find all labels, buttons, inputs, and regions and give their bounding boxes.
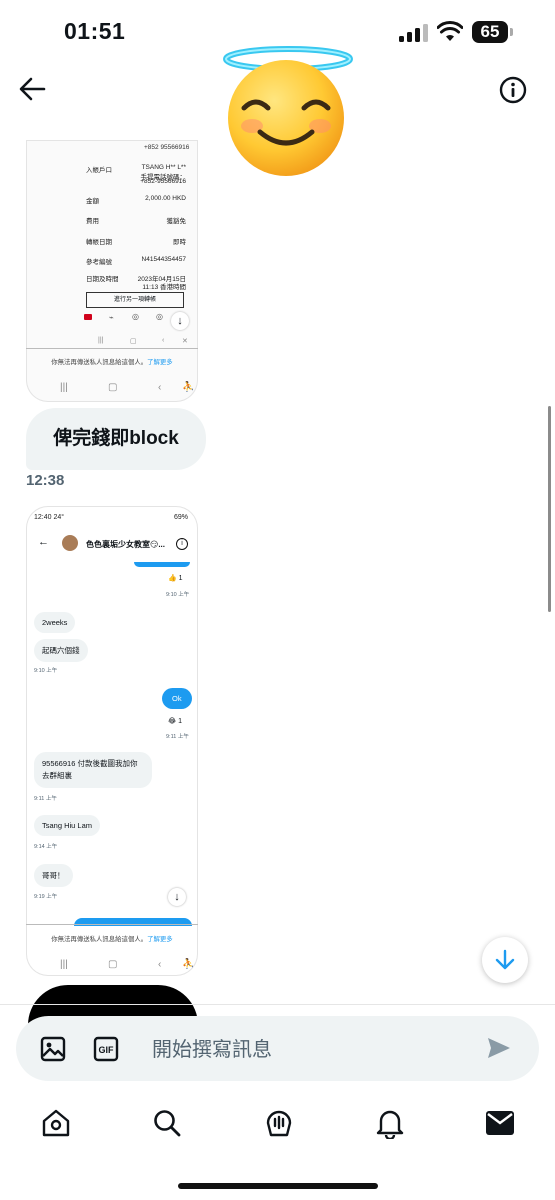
inner-chat-title: 色色裏垢少女教室😏...	[86, 540, 166, 549]
shared-screenshot-chat[interactable]: 12:40 24° 69% ← 色色裏垢少女教室😏... i 👍 1 9:10 …	[26, 506, 198, 976]
msg-time: 9:14 上午	[34, 844, 58, 850]
outer-navbar: ||| ▢ ‹ ⛹	[60, 959, 195, 970]
bell-icon[interactable]	[375, 1107, 405, 1139]
home-icon[interactable]	[41, 1108, 71, 1138]
svg-text:GIF: GIF	[99, 1045, 115, 1055]
send-icon[interactable]	[486, 1036, 512, 1060]
outgoing-bubble-partial	[134, 562, 190, 567]
reaction: 👍 1	[168, 575, 183, 582]
dm-disabled-notice: 你無法再傳送私人訊息給這個人。了解更多	[51, 936, 173, 943]
incoming-bubble: 2weeks	[34, 612, 76, 633]
outer-navbar: ||| ▢ ‹ ⛹	[60, 382, 195, 393]
inner-status-time: 12:40 24°	[34, 514, 65, 521]
msg-time: 9:19 上午	[34, 894, 58, 900]
divider	[26, 348, 198, 349]
coin-icon: ◎	[132, 312, 139, 321]
mail-icon[interactable]	[485, 1110, 515, 1136]
gif-icon[interactable]: GIF	[93, 1036, 119, 1062]
message-composer: GIF	[16, 1016, 539, 1081]
shared-screenshot-transfer[interactable]: +852 95566916 入帳戶口 TSANG H** L** 手提電話號碼： …	[26, 140, 198, 402]
message-bubble[interactable]: 俾完錢即block	[26, 408, 206, 470]
incoming-bubble: Tsang Hiu Lam	[34, 815, 101, 836]
arrow-down-icon: ↓	[168, 888, 186, 906]
msg-time: 9:10 上午	[34, 668, 58, 674]
card1-top-line: +852 95566916	[144, 144, 190, 151]
scroll-to-bottom-button[interactable]	[482, 937, 528, 983]
home-indicator	[178, 1183, 378, 1189]
scrollbar[interactable]	[548, 406, 551, 612]
wifi-icon	[437, 21, 463, 41]
outgoing-bubble: Ok	[162, 688, 192, 709]
divider	[0, 1004, 555, 1005]
msg-time: 9:10 上午	[166, 592, 190, 598]
status-time: 01:51	[64, 18, 126, 44]
search-icon[interactable]	[152, 1108, 182, 1138]
msg-time: 9:11 上午	[34, 796, 57, 802]
battery-indicator: 65	[472, 21, 508, 43]
inner-avatar	[62, 535, 78, 551]
incoming-bubble: 起碼六個錢	[34, 639, 88, 662]
inner-back-icon: ←	[38, 536, 49, 548]
reaction: 😂 1	[168, 718, 183, 725]
divider	[26, 924, 198, 925]
inner-info-icon: i	[176, 538, 188, 550]
dm-disabled-notice: 你無法再傳送私人訊息給這個人。了解更多	[51, 359, 173, 366]
image-icon[interactable]	[40, 1036, 66, 1062]
incoming-bubble: 95566916 付款後截圖我加你去群組裏	[34, 752, 152, 788]
inner-status-battery: 69%	[173, 514, 188, 521]
info-icon[interactable]	[499, 76, 527, 104]
message-input[interactable]	[150, 1034, 454, 1066]
another-transfer-button: 進行另一項轉帳	[86, 292, 184, 308]
battery-tip	[510, 28, 513, 36]
gear-icon: ◎	[156, 312, 163, 321]
incoming-bubble: 哥哥！	[34, 864, 73, 887]
arrow-down-icon	[495, 949, 515, 970]
back-arrow-icon[interactable]	[18, 76, 46, 102]
msg-time: 9:11 上午	[166, 734, 189, 740]
communities-icon[interactable]	[263, 1107, 295, 1139]
signal-icon	[399, 24, 429, 42]
chart-icon: ⌁	[109, 313, 114, 322]
arrow-down-icon: ↓	[171, 312, 189, 330]
briefcase-icon	[84, 314, 92, 320]
inner-navbar: ||| ▢ ‹ ✕	[98, 337, 188, 345]
avatar[interactable]	[222, 46, 354, 176]
message-timestamp: 12:38	[26, 472, 65, 489]
